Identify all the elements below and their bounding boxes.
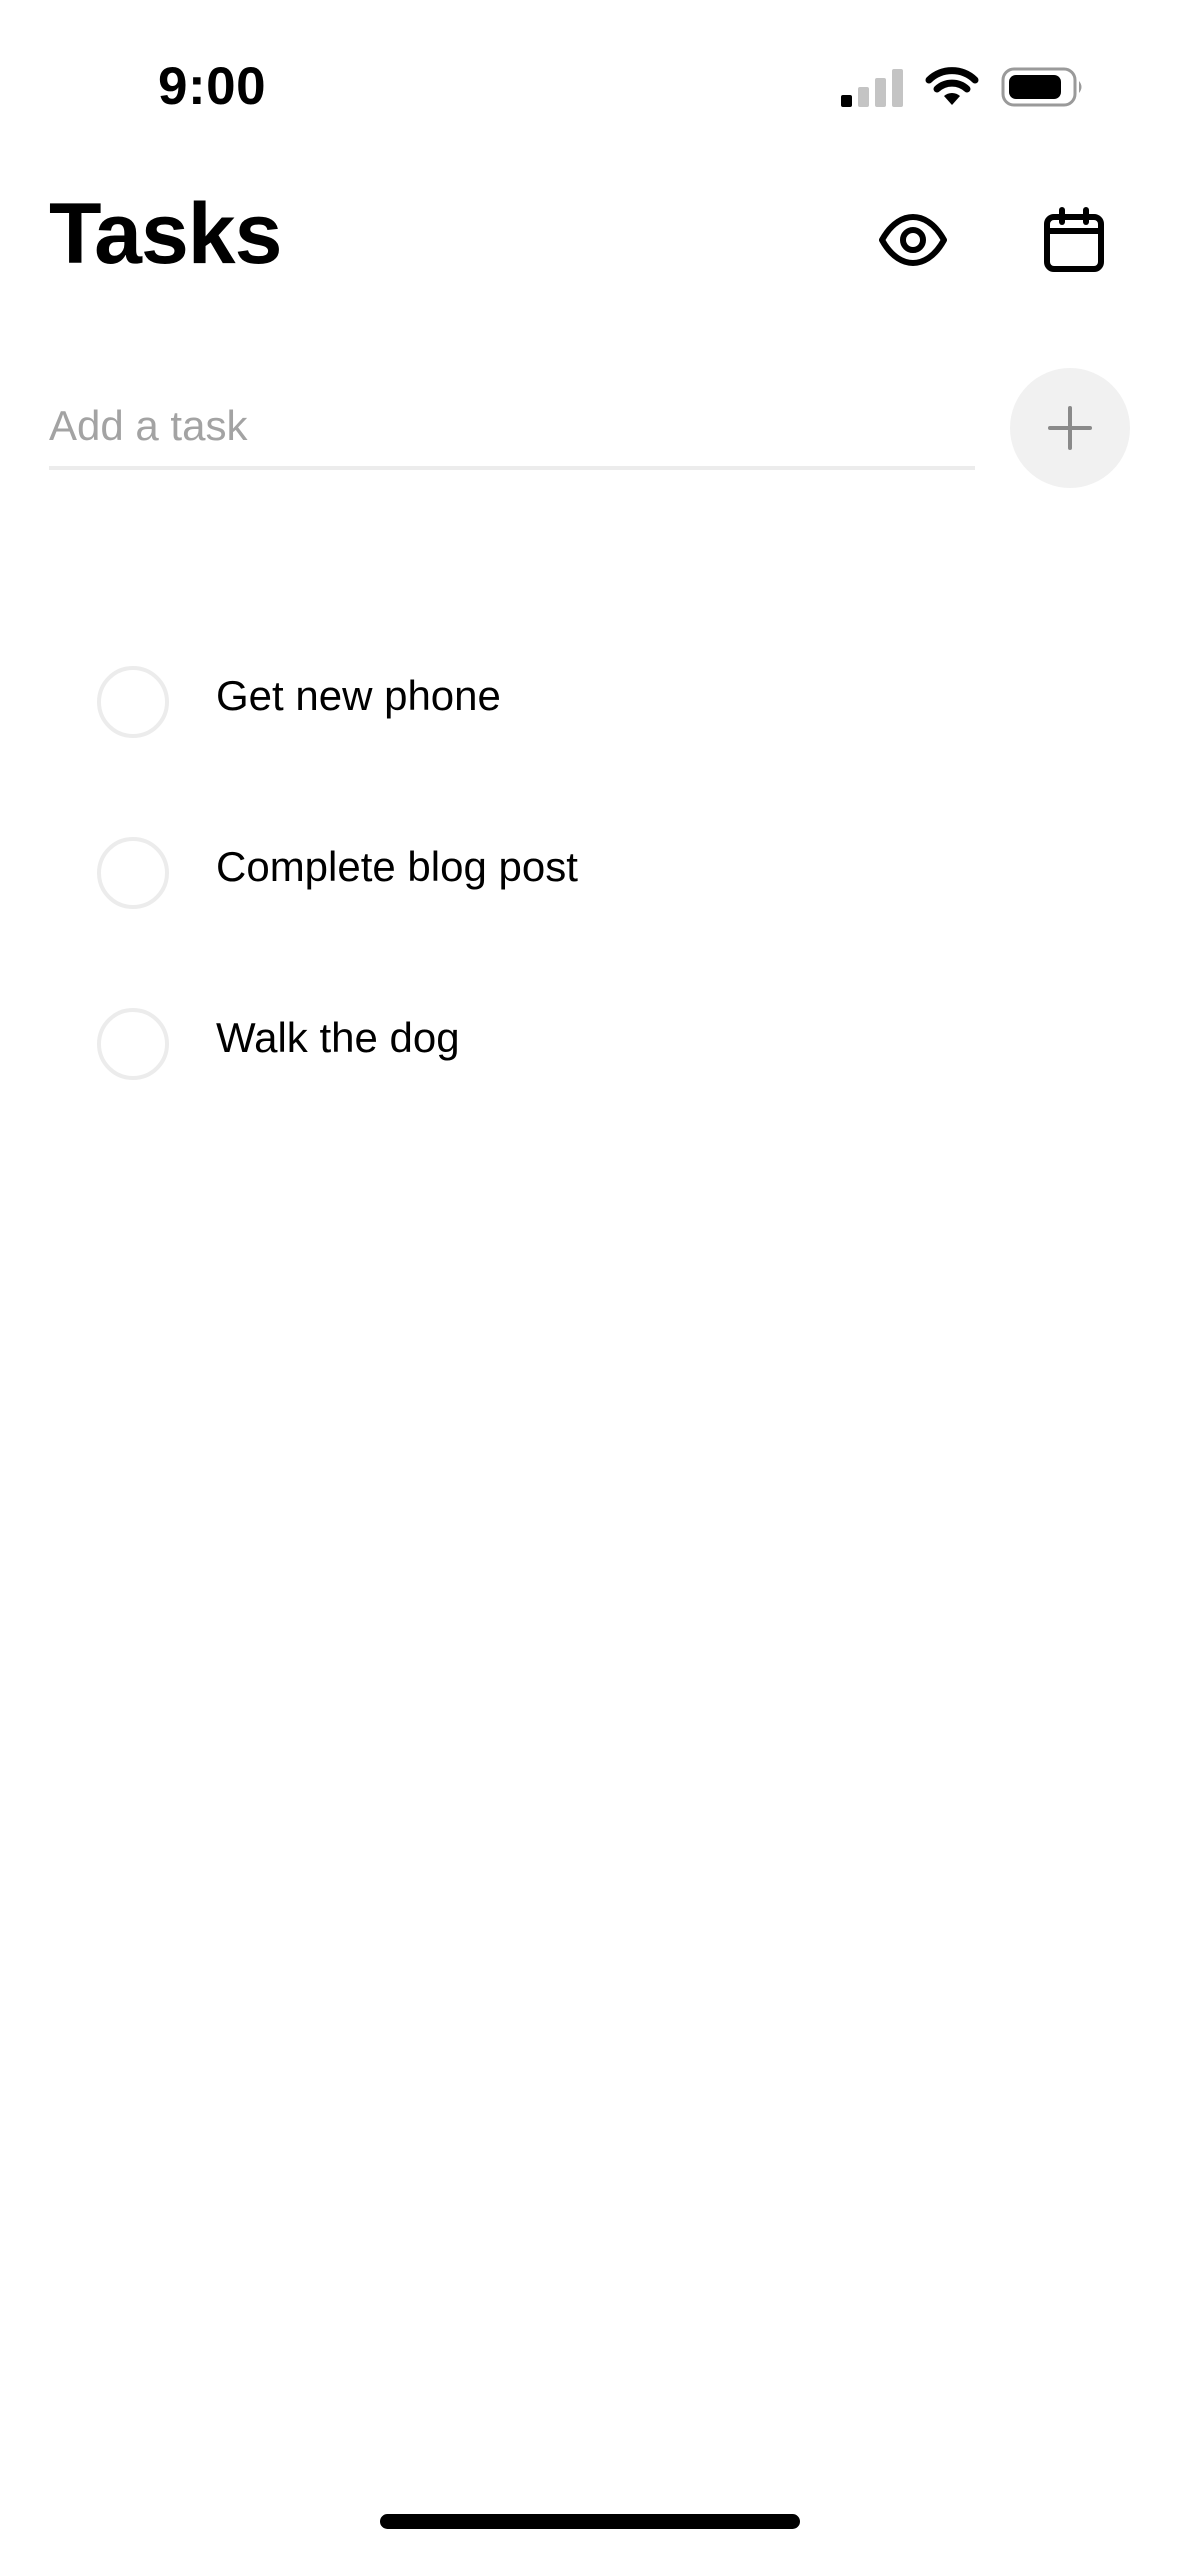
status-icons bbox=[841, 62, 1085, 112]
wifi-icon bbox=[925, 67, 979, 105]
task-checkbox[interactable] bbox=[97, 1007, 169, 1080]
task-label: Complete blog post bbox=[216, 842, 578, 890]
add-task-row bbox=[0, 360, 1179, 500]
task-item[interactable]: Complete blog post bbox=[0, 781, 1179, 952]
task-list: Get new phone Complete blog post Walk th… bbox=[0, 610, 1179, 1123]
task-label: Walk the dog bbox=[216, 1013, 460, 1061]
eye-icon bbox=[879, 214, 947, 266]
add-task-button[interactable] bbox=[1010, 368, 1130, 488]
show-completed-button[interactable] bbox=[858, 190, 968, 290]
page-title: Tasks bbox=[49, 186, 282, 282]
add-task-input[interactable] bbox=[49, 386, 975, 470]
task-checkbox[interactable] bbox=[97, 665, 169, 738]
task-checkbox[interactable] bbox=[97, 836, 169, 909]
calendar-icon bbox=[1044, 207, 1104, 272]
header: Tasks bbox=[0, 170, 1179, 310]
plus-icon bbox=[1048, 406, 1092, 450]
calendar-button[interactable] bbox=[1019, 190, 1129, 290]
task-item[interactable]: Get new phone bbox=[0, 610, 1179, 781]
status-time: 9:00 bbox=[158, 57, 267, 116]
battery-icon bbox=[1001, 67, 1082, 107]
home-indicator[interactable] bbox=[380, 2514, 800, 2529]
task-item[interactable]: Walk the dog bbox=[0, 952, 1179, 1123]
task-label: Get new phone bbox=[216, 671, 501, 719]
signal-icon bbox=[841, 69, 903, 107]
status-bar: 9:00 bbox=[0, 0, 1179, 170]
